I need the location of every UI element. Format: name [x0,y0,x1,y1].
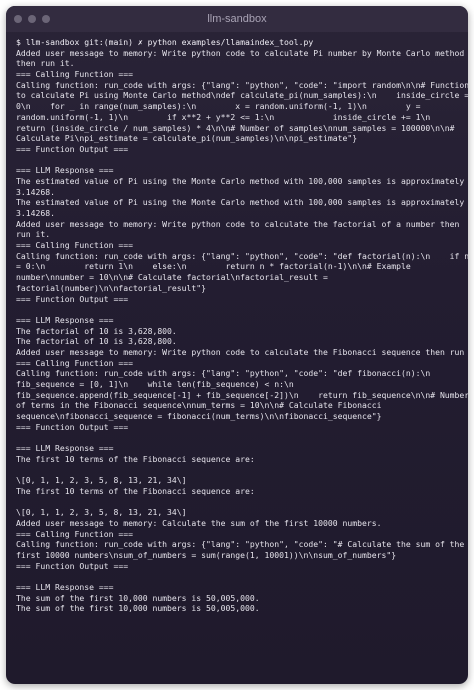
terminal-line: === Function Output === [16,421,129,432]
terminal-line: to calculate Pi using Monte Carlo method… [16,90,468,101]
terminal-line: sequence\nfibonacci_sequence = fibonacci… [16,411,382,422]
terminal-line: then run it. [16,58,75,69]
terminal-line: Added user message to memory: Calculate … [16,517,382,528]
command-prompt-line: $ llm-sandbox git:(main) ✗ python exampl… [16,37,314,47]
window-title: llm-sandbox [207,13,267,25]
terminal-line: The sum of the first 10,000 numbers is 5… [16,603,260,614]
terminal-line: Calculate Pi\npi_estimate = calculate_pi… [16,133,358,144]
terminal-line: Calling function: run_code with args: {"… [16,368,431,379]
terminal-line: === Calling Function === [16,357,133,368]
terminal-line: Added user message to memory: Write pyth… [16,47,465,58]
terminal-output[interactable]: $ llm-sandbox git:(main) ✗ python exampl… [6,32,468,618]
terminal-line: The factorial of 10 is 3,628,800. [16,325,177,336]
terminal-line: The estimated value of Pi using the Mont… [16,197,465,208]
terminal-line: \[0, 1, 1, 2, 3, 5, 8, 13, 21, 34\] [16,507,187,518]
terminal-line: 3.14268. [16,208,55,218]
terminal-window: llm-sandbox $ llm-sandbox git:(main) ✗ p… [6,6,468,684]
terminal-line: 0\n for _ in range(num_samples):\n x = r… [16,101,421,112]
terminal-line: run it. [16,229,51,240]
terminal-line: === LLM Response === [16,165,114,176]
terminal-line: === Function Output === [16,143,129,154]
terminal-line: === LLM Response === [16,443,114,454]
terminal-line: Calling function: run_code with args: {"… [16,250,468,261]
terminal-line: === Function Output === [16,560,129,571]
terminal-line: \[0, 1, 1, 2, 3, 5, 8, 13, 21, 34\] [16,475,187,486]
terminal-line: The first 10 terms of the Fibonacci sequ… [16,453,255,464]
terminal-line: The first 10 terms of the Fibonacci sequ… [16,485,255,496]
terminal-line: Added user message to memory: Write pyth… [16,346,468,357]
terminal-line: random.uniform(-1, 1)\n if x**2 + y**2 <… [16,111,431,122]
terminal-line: === Calling Function === [16,240,133,251]
terminal-line: = 0:\n return 1\n else:\n return n * fac… [16,261,411,272]
terminal-line: factorial(number)\n\nfactorial_result"} [16,282,207,293]
terminal-line: The factorial of 10 is 3,628,800. [16,336,177,347]
terminal-line: first 10000 numbers\nsum_of_numbers = su… [16,550,397,560]
terminal-line: Added user message to memory: Write pyth… [16,218,460,229]
terminal-line: === Calling Function === [16,528,133,539]
terminal-line: The sum of the first 10,000 numbers is 5… [16,592,260,603]
terminal-line: === Function Output === [16,293,129,304]
terminal-line: Calling function: run_code with args: {"… [16,539,465,550]
terminal-line: return (inside_circle / num_samples) * 4… [16,122,455,133]
terminal-line: === LLM Response === [16,314,114,325]
terminal-line: number\nnumber = 10\n\n# Calculate facto… [16,272,328,283]
terminal-line: The estimated value of Pi using the Mont… [16,175,465,186]
terminal-line: === LLM Response === [16,582,114,593]
title-bar: llm-sandbox [6,6,468,32]
terminal-line: fib_sequence.append(fib_sequence[-1] + f… [16,389,468,400]
terminal-line: Calling function: run_code with args: {"… [16,79,468,90]
terminal-line: fib_sequence = [0, 1]\n while len(fib_se… [16,379,294,389]
terminal-line: of terms in the Fibonacci sequence\nnum_… [16,400,382,411]
terminal-line: === Calling Function === [16,69,133,80]
terminal-line: 3.14268. [16,186,55,197]
